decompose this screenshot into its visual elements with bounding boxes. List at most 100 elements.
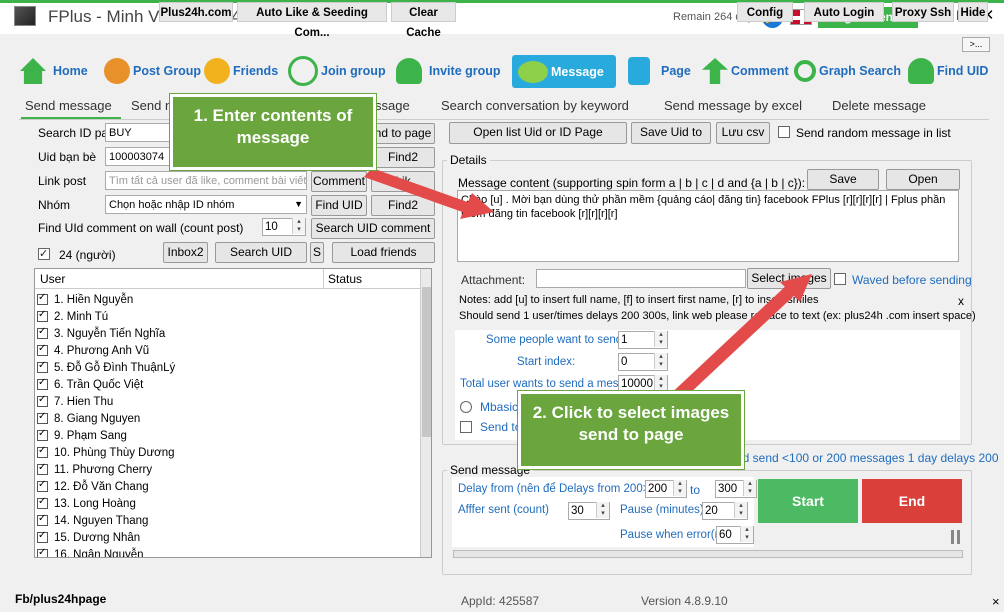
find2-group-button[interactable]: Find2 bbox=[371, 195, 435, 216]
nav-invite-group[interactable]: Invite group bbox=[396, 55, 501, 87]
user-checkbox[interactable] bbox=[37, 326, 48, 339]
save-uid-button[interactable]: Save Uid to bbox=[631, 122, 711, 144]
pause-error-stepper[interactable]: 60 bbox=[716, 526, 754, 544]
inbox2-button[interactable]: Inbox2 bbox=[163, 242, 208, 263]
user-checkbox[interactable] bbox=[37, 360, 48, 373]
user-row[interactable]: 11. Phương Cherry bbox=[37, 461, 327, 478]
attachment-input[interactable] bbox=[536, 269, 746, 288]
after-sent-stepper[interactable]: 30 bbox=[568, 502, 610, 520]
tab-send-message[interactable]: Send message bbox=[25, 98, 112, 113]
user-checkbox[interactable] bbox=[37, 445, 48, 458]
nav-home[interactable]: Home bbox=[20, 55, 88, 87]
auto-login-button[interactable]: Auto Login bbox=[804, 2, 884, 22]
scrollbar-thumb[interactable] bbox=[422, 287, 431, 437]
user-row[interactable]: 16. Ngân Nguyễn bbox=[37, 546, 327, 557]
config-button[interactable]: Config bbox=[737, 2, 793, 22]
comment-button[interactable]: Comment bbox=[311, 171, 367, 192]
pause-icon[interactable] bbox=[950, 530, 962, 544]
user-checkbox[interactable] bbox=[37, 292, 48, 305]
delay-from-stepper[interactable]: 200 bbox=[645, 480, 687, 498]
user-checkbox[interactable] bbox=[37, 547, 48, 557]
nav-find-uid[interactable]: Find UID bbox=[908, 55, 988, 87]
user-row[interactable]: 1. Hiền Nguyễn bbox=[37, 291, 327, 308]
save-message-button[interactable]: Save bbox=[807, 169, 879, 190]
message-content-textarea[interactable]: Chào [u] . Mời bạn dùng thử phần mềm {qu… bbox=[457, 190, 959, 262]
nav-comment[interactable]: Comment bbox=[702, 55, 789, 87]
user-checkbox[interactable] bbox=[37, 496, 48, 509]
tab-search-conversation[interactable]: Search conversation by keyword bbox=[441, 98, 629, 113]
open-message-button[interactable]: Open bbox=[886, 169, 960, 190]
s-button[interactable]: S bbox=[310, 242, 324, 263]
user-list-scrollbar[interactable] bbox=[420, 269, 431, 557]
user-checkbox[interactable] bbox=[37, 530, 48, 543]
user-checkbox[interactable] bbox=[37, 343, 48, 356]
send-to-page-button[interactable]: nd to page bbox=[371, 123, 435, 144]
user-row[interactable]: 6. Trần Quốc Việt bbox=[37, 376, 327, 393]
nav-join-group[interactable]: Join group bbox=[288, 55, 386, 87]
search-page-input[interactable]: BUY bbox=[105, 123, 175, 142]
select-images-button[interactable]: Select images bbox=[747, 268, 831, 289]
auto-like-button[interactable]: Auto Like & Seeding Com... bbox=[237, 2, 387, 39]
user-row[interactable]: 12. Đỗ Văn Chang bbox=[37, 478, 327, 495]
like-button[interactable]: Lik bbox=[371, 171, 435, 192]
column-header-status[interactable]: Status bbox=[328, 272, 362, 286]
find2-button[interactable]: Find2 bbox=[371, 147, 435, 168]
user-row[interactable]: 10. Phùng Thùy Dương bbox=[37, 444, 327, 461]
end-button[interactable]: End bbox=[862, 479, 962, 523]
load-friends-button[interactable]: Load friends bbox=[332, 242, 435, 263]
uid-friend-input[interactable]: 100003074 bbox=[105, 147, 175, 166]
user-checkbox[interactable] bbox=[37, 411, 48, 424]
link-post-input[interactable]: Tìm tất cả user đã like, comment bài viế… bbox=[105, 171, 307, 190]
user-row[interactable]: 7. Hien Thu bbox=[37, 393, 327, 410]
pause-minutes-stepper[interactable]: 20 bbox=[702, 502, 748, 520]
search-uid-comment-button[interactable]: Search UID comment bbox=[311, 218, 435, 239]
user-checkbox[interactable] bbox=[37, 462, 48, 475]
waved-checkbox[interactable] bbox=[834, 273, 846, 285]
select-all-checkbox[interactable] bbox=[38, 247, 50, 260]
user-row[interactable]: 8. Giang Nguyen bbox=[37, 410, 327, 427]
tab-send-by-excel[interactable]: Send message by excel bbox=[664, 98, 802, 113]
close-small-icon[interactable]: × bbox=[992, 594, 1000, 609]
nav-page[interactable]: Page bbox=[628, 55, 691, 87]
user-row[interactable]: 4. Phương Anh Vũ bbox=[37, 342, 327, 359]
user-checkbox[interactable] bbox=[37, 309, 48, 322]
tab-send-n[interactable]: Send n bbox=[131, 98, 172, 113]
nav-graph-search[interactable]: Graph Search bbox=[794, 55, 901, 87]
nav-friends[interactable]: Friends bbox=[204, 55, 278, 87]
plus24h-button[interactable]: Plus24h.com bbox=[159, 2, 233, 22]
search-uid-button[interactable]: Search UID bbox=[215, 242, 307, 263]
open-list-uid-button[interactable]: Open list Uid or ID Page bbox=[449, 122, 627, 144]
send-to-checkbox[interactable] bbox=[460, 421, 472, 433]
fb-page-link[interactable]: Fb/plus24hpage bbox=[15, 592, 106, 606]
user-row[interactable]: 2. Minh Tú bbox=[37, 308, 327, 325]
nav-post-group[interactable]: Post Group bbox=[104, 55, 201, 87]
user-checkbox[interactable] bbox=[37, 377, 48, 390]
hide-button[interactable]: Hide bbox=[958, 2, 988, 22]
group-select[interactable]: Chọn hoặc nhập ID nhóm ▼ bbox=[105, 195, 307, 214]
user-checkbox[interactable] bbox=[37, 394, 48, 407]
some-people-stepper[interactable]: 1 bbox=[618, 331, 668, 349]
user-row[interactable]: 14. Nguyen Thang bbox=[37, 512, 327, 529]
tab-delete-message[interactable]: Delete message bbox=[832, 98, 926, 113]
save-csv-button[interactable]: Lưu csv bbox=[716, 122, 770, 144]
user-row[interactable]: 13. Long Hoàng bbox=[37, 495, 327, 512]
proxy-ssh-button[interactable]: Proxy Ssh bbox=[892, 2, 954, 22]
tab-message[interactable]: ssage bbox=[375, 98, 410, 113]
user-checkbox[interactable] bbox=[37, 513, 48, 526]
user-checkbox[interactable] bbox=[37, 479, 48, 492]
user-row[interactable]: 5. Đỗ Gỗ Đình ThuậnLý bbox=[37, 359, 327, 376]
user-row[interactable]: 9. Phạm Sang bbox=[37, 427, 327, 444]
random-message-checkbox[interactable] bbox=[778, 126, 790, 138]
clear-cache-button[interactable]: Clear Cache bbox=[391, 2, 456, 39]
mbasic-radio[interactable] bbox=[460, 401, 472, 413]
user-checkbox[interactable] bbox=[37, 428, 48, 441]
user-row[interactable]: 3. Nguyễn Tiến Nghĩa bbox=[37, 325, 327, 342]
more-button[interactable]: >... bbox=[962, 37, 990, 52]
close-notes-icon[interactable]: x bbox=[958, 294, 964, 308]
find-uid-button[interactable]: Find UID bbox=[311, 195, 367, 216]
start-index-stepper[interactable]: 0 bbox=[618, 353, 668, 371]
user-list[interactable]: User Status 1. Hiền Nguyễn 2. Minh Tú 3. N… bbox=[34, 268, 432, 558]
nav-message[interactable]: Message bbox=[512, 55, 616, 88]
delay-to-stepper[interactable]: 300 bbox=[715, 480, 757, 498]
user-row[interactable]: 15. Dương Nhân bbox=[37, 529, 327, 546]
